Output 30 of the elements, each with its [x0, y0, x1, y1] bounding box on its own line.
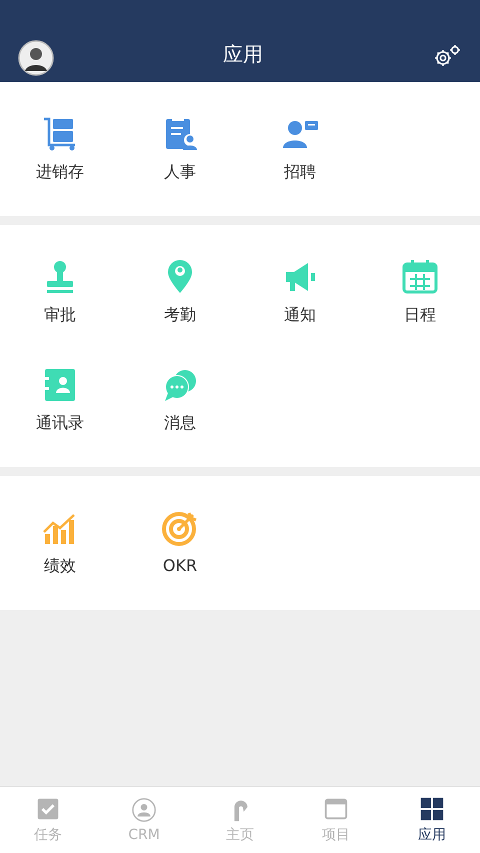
app-tile[interactable]: 考勤	[120, 245, 240, 339]
apps-icon	[419, 796, 445, 822]
app-tile[interactable]: 日程	[360, 245, 480, 339]
avatar-icon[interactable]	[18, 40, 54, 76]
app-tile[interactable]: 绩效	[0, 496, 120, 590]
app-tile[interactable]: OKR	[120, 496, 240, 590]
app-tile[interactable]: 人事	[120, 102, 240, 196]
app-label: 审批	[44, 305, 76, 326]
app-tile[interactable]: 招聘	[240, 102, 360, 196]
app-label: 通知	[284, 305, 316, 326]
app-label: 通讯录	[36, 413, 84, 434]
app-label: 日程	[404, 305, 436, 326]
project-icon	[323, 796, 349, 822]
app-label: 人事	[164, 162, 196, 183]
app-label: 招聘	[284, 162, 316, 183]
app-tile[interactable]: 消息	[120, 353, 240, 447]
settings-icon[interactable]	[432, 44, 462, 68]
app-tile[interactable]: 进销存	[0, 102, 120, 196]
app-tile[interactable]: 通知	[240, 245, 360, 339]
tab[interactable]: 应用	[384, 787, 480, 853]
app-label: 考勤	[164, 305, 196, 326]
app-label: 进销存	[36, 162, 84, 183]
app-label: 消息	[164, 413, 196, 434]
app-tile[interactable]: 通讯录	[0, 353, 120, 447]
app-label: OKR	[162, 556, 198, 575]
page-title: 应用	[223, 41, 263, 68]
app-tile[interactable]: 审批	[0, 245, 120, 339]
app-label: 绩效	[44, 556, 76, 577]
task-icon	[35, 796, 61, 822]
crm-icon	[131, 797, 157, 823]
